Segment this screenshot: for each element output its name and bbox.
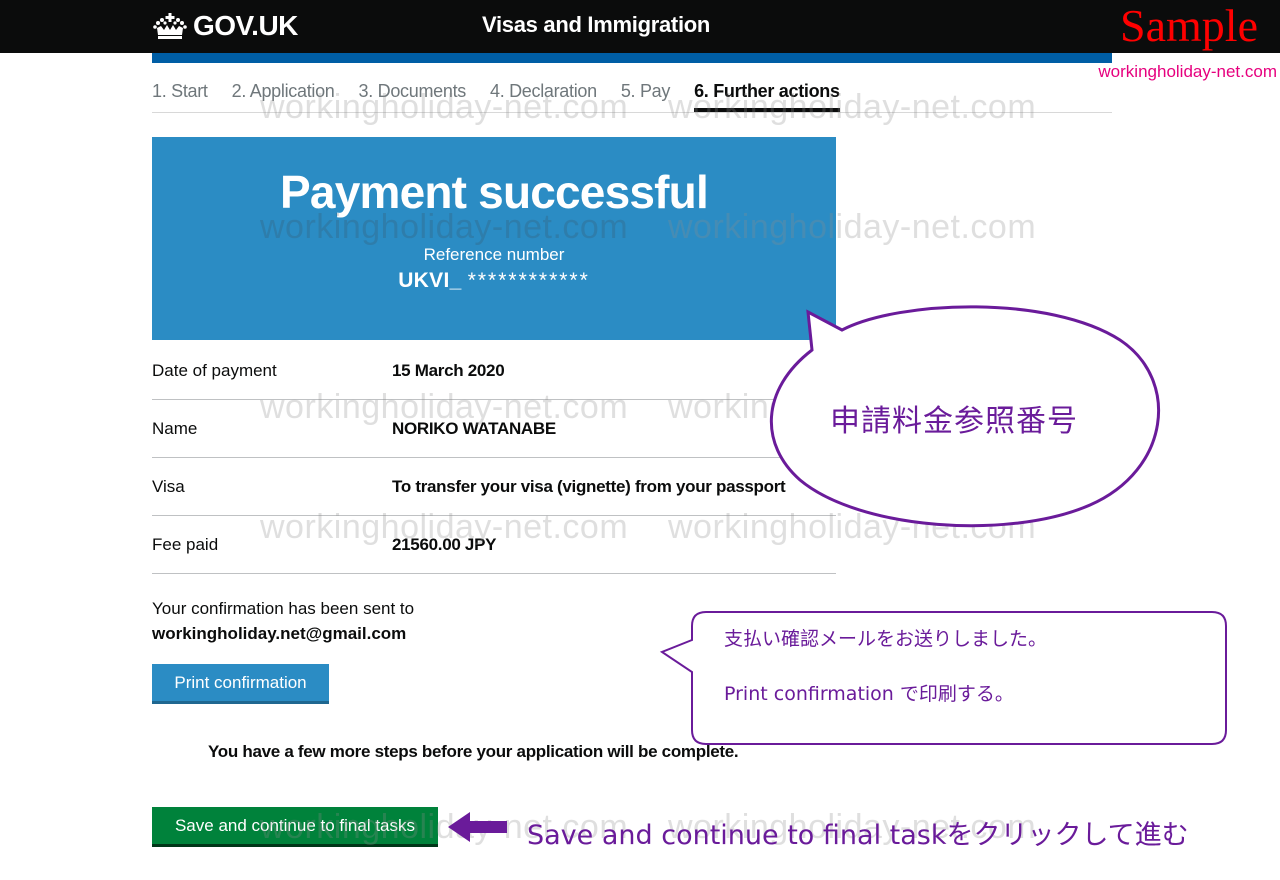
reference-number: UKVI_ ************ <box>152 269 836 293</box>
summary-key: Visa <box>152 476 185 496</box>
step-declaration: 4. Declaration <box>489 81 597 101</box>
reference-callout-text: 申請料金参照番号 <box>830 404 1078 439</box>
summary-row-visa: Visa To transfer your visa (vignette) fr… <box>152 458 836 516</box>
summary-value: To transfer your visa (vignette) from yo… <box>392 476 786 496</box>
email-callout-line1: 支払い確認メールをお送りしました。 <box>724 628 1048 650</box>
step-pay: 5. Pay <box>620 81 671 101</box>
summary-row-date: Date of payment 15 March 2020 <box>152 342 836 400</box>
payment-summary-list: Date of payment 15 March 2020 Name NORIK… <box>152 342 836 574</box>
site-header: GOV.UK Visas and Immigration Sample <box>0 0 1280 53</box>
progress-steps: 1. Start 2. Application 3. Documents 4. … <box>152 78 1112 113</box>
summary-key: Fee paid <box>152 534 219 554</box>
govuk-logo-link[interactable]: GOV.UK <box>152 10 298 42</box>
summary-value: 15 March 2020 <box>392 360 505 380</box>
panel-title: Payment successful <box>280 166 709 218</box>
summary-value: 21560.00 JPY <box>392 534 497 554</box>
confirmation-sent-text: Your confirmation has been sent to worki… <box>152 596 414 646</box>
sample-watermark: Sample <box>1120 0 1258 51</box>
confirmation-message: Your confirmation has been sent to <box>152 599 415 618</box>
remaining-steps-note: You have a few more steps before your ap… <box>208 742 739 761</box>
reference-prefix: UKVI_ <box>398 269 462 292</box>
email-callout-line2: Print confirmation で印刷する。 <box>724 683 1014 705</box>
step-start: 1. Start <box>152 81 208 101</box>
step-application: 2. Application <box>231 81 335 101</box>
summary-row-fee: Fee paid 21560.00 JPY <box>152 516 836 574</box>
save-and-continue-button[interactable]: Save and continue to final tasks <box>152 807 438 844</box>
reference-masked: ************ <box>467 269 590 292</box>
summary-row-name: Name NORIKO WATANABE <box>152 400 836 458</box>
logo-text: GOV.UK <box>193 10 298 41</box>
summary-value: NORIKO WATANABE <box>392 418 556 438</box>
service-name[interactable]: Visas and Immigration <box>482 12 710 38</box>
step-documents: 3. Documents <box>358 81 467 101</box>
print-confirmation-button[interactable]: Print confirmation <box>152 664 329 701</box>
step-further-actions: 6. Further actions <box>694 78 840 112</box>
reference-label: Reference number <box>423 245 565 264</box>
arrow-left-icon <box>448 812 507 842</box>
confirmation-email: workingholiday.net@gmail.com <box>152 624 407 643</box>
header-blue-bar <box>152 53 1112 63</box>
crown-icon <box>153 13 187 39</box>
summary-key: Name <box>152 418 198 438</box>
continue-callout-text: Save and continue to final taskをクリックして進む <box>527 820 1189 851</box>
payment-confirmation-panel: Payment successful Reference number UKVI… <box>152 137 836 340</box>
site-url-label: workingholiday-net.com <box>1098 62 1277 81</box>
summary-key: Date of payment <box>152 360 277 380</box>
